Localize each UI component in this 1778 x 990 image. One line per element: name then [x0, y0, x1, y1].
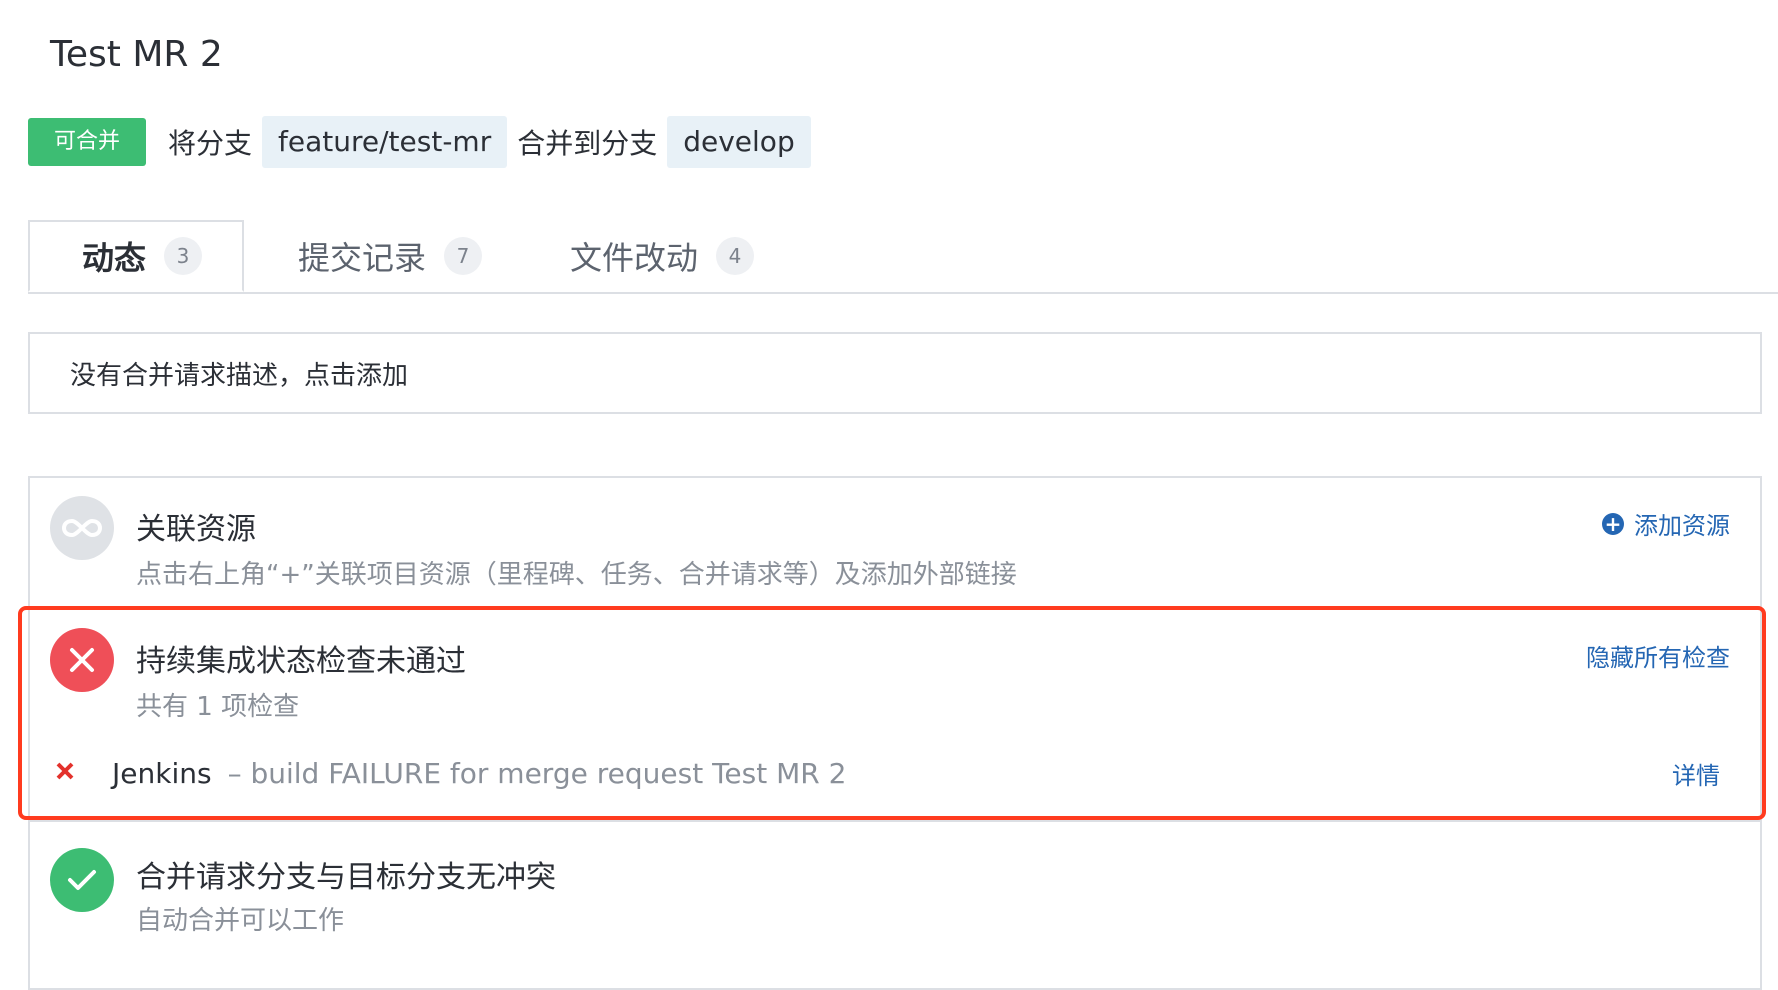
checkmark-icon — [50, 848, 114, 912]
check-name: Jenkins — [112, 756, 212, 790]
tab-activity-count: 3 — [164, 237, 203, 275]
tab-activity[interactable]: 动态 3 — [28, 220, 244, 292]
check-message: – build FAILURE for merge request Test M… — [227, 756, 847, 790]
resources-title: 关联资源 — [136, 512, 256, 547]
tab-commits-count: 7 — [444, 237, 483, 275]
add-description-box[interactable]: 没有合并请求描述，点击添加 — [28, 332, 1762, 414]
merge-middle-text: 合并到分支 — [517, 127, 658, 160]
tab-commits-label: 提交记录 — [298, 239, 427, 277]
hide-all-checks-button[interactable]: 隐藏所有检查 — [1586, 638, 1730, 673]
tab-commits[interactable]: 提交记录 7 — [298, 220, 483, 292]
plus-circle-icon: + — [1602, 512, 1624, 535]
resources-subtitle: 点击右上角“+”关联项目资源（里程碑、任务、合并请求等）及添加外部链接 — [136, 560, 1017, 590]
check-detail-link[interactable]: 详情 — [1672, 756, 1720, 791]
tab-bar: 动态 3 提交记录 7 文件改动 4 — [28, 220, 1778, 294]
tab-activity-label: 动态 — [82, 239, 147, 277]
page-title: Test MR 2 — [50, 34, 223, 75]
conflict-status-title: 合并请求分支与目标分支无冲突 — [136, 860, 556, 895]
source-branch-chip[interactable]: feature/test-mr — [262, 116, 508, 168]
merge-prefix-text: 将分支 — [168, 127, 253, 160]
ci-failed-icon — [50, 628, 114, 692]
close-icon — [52, 761, 78, 785]
tab-file-changes[interactable]: 文件改动 4 — [570, 220, 755, 292]
check-row: Jenkins – build FAILURE for merge reques… — [52, 748, 1730, 798]
target-branch-chip[interactable]: develop — [667, 116, 811, 168]
ci-status-title: 持续集成状态检查未通过 — [136, 644, 466, 679]
ci-status-card: 持续集成状态检查未通过 共有 1 项检查 隐藏所有检查 Jenkins – bu… — [28, 608, 1762, 820]
add-resource-button[interactable]: + 添加资源 — [1602, 506, 1730, 541]
conflict-status-subtitle: 自动合并可以工作 — [136, 906, 345, 936]
conflict-status-card: 合并请求分支与目标分支无冲突 自动合并可以工作 — [28, 820, 1762, 990]
add-resource-label: 添加资源 — [1634, 512, 1730, 540]
tab-file-changes-label: 文件改动 — [570, 239, 699, 277]
ci-status-subtitle: 共有 1 项检查 — [136, 692, 300, 722]
mergeable-status-badge: 可合并 — [28, 118, 147, 166]
linked-resources-card: 关联资源 点击右上角“+”关联项目资源（里程碑、任务、合并请求等）及添加外部链接… — [28, 476, 1762, 608]
infinity-icon — [50, 496, 114, 560]
tab-file-changes-count: 4 — [716, 237, 755, 275]
merge-info-row: 可合并 将分支 feature/test-mr 合并到分支 develop — [28, 116, 821, 168]
